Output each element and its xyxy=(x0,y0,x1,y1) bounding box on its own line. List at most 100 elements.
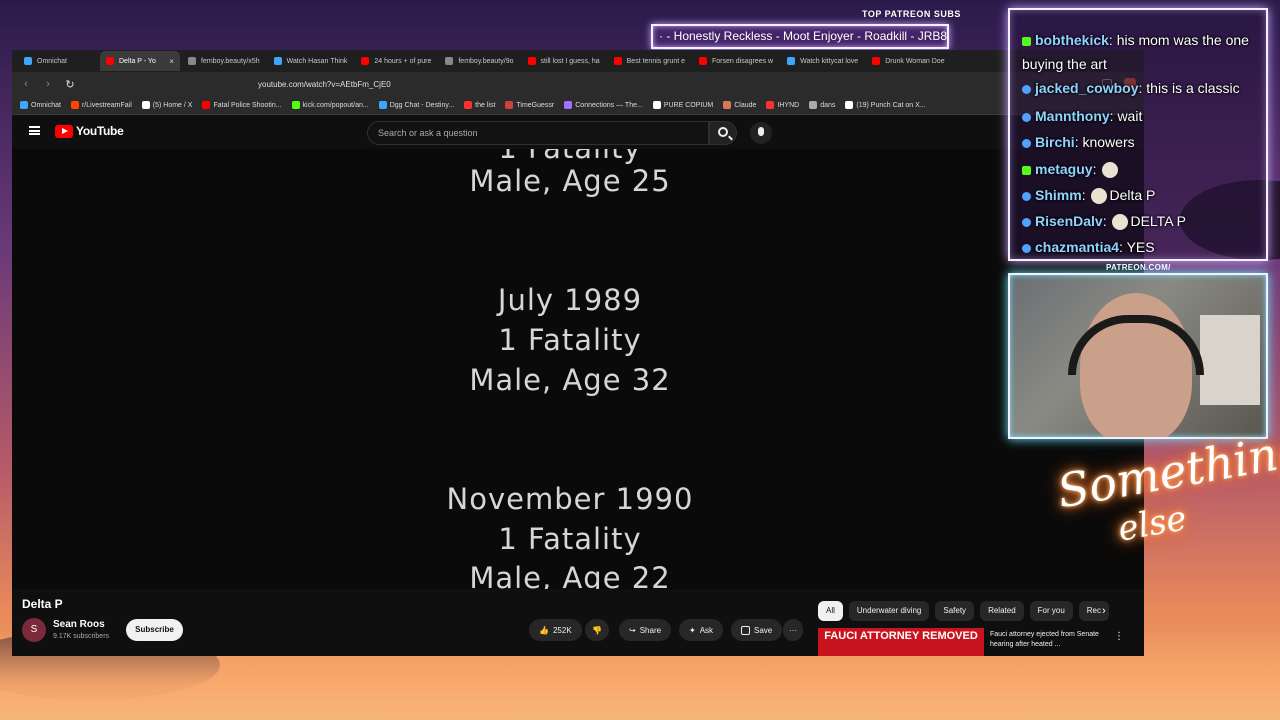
bookmark-favicon-icon xyxy=(652,101,661,109)
browser-tab[interactable]: Watch Hasan Think xyxy=(268,51,354,71)
tab-label: Best tennis grunt e xyxy=(626,57,686,65)
back-icon[interactable]: ‹ xyxy=(20,78,32,90)
kebab-menu-icon[interactable]: ⋮ xyxy=(1114,631,1124,642)
bookmark-label: (5) Home / X xyxy=(152,101,193,109)
tab-favicon-icon xyxy=(445,57,454,65)
youtube-logo[interactable]: YouTube xyxy=(55,124,124,138)
browser-tab[interactable]: Drunk Woman Doe xyxy=(866,51,950,71)
browser-tab[interactable]: Watch kittycat love xyxy=(781,51,864,71)
search-button[interactable] xyxy=(709,121,737,145)
video-caption: 1 Fatality xyxy=(498,522,642,556)
filter-chip[interactable]: Underwater diving xyxy=(848,601,930,621)
filter-chip[interactable]: All xyxy=(818,601,843,621)
chat-message: RisenDalv: DELTA P xyxy=(1022,209,1262,233)
dislike-button[interactable]: 👎 xyxy=(585,619,609,641)
bookmark-label: r/LivestreamFail xyxy=(81,101,132,109)
save-button[interactable]: Save xyxy=(731,619,783,641)
tab-label: femboy.beauty/x5h xyxy=(201,57,260,65)
chevron-right-icon[interactable]: › xyxy=(1102,605,1106,617)
kick-badge-icon xyxy=(1022,36,1031,46)
tab-favicon-icon xyxy=(273,57,282,65)
bookmark-item[interactable]: PURE COPIUM xyxy=(652,101,713,109)
bookmark-favicon-icon xyxy=(378,101,387,109)
chat-message: bobthekick: his mom was the one buying t… xyxy=(1022,32,1249,72)
share-button[interactable]: ↪ Share xyxy=(619,619,672,641)
reload-icon[interactable]: ↻ xyxy=(64,78,76,91)
browser-tab[interactable]: femboy.beauty/x5h xyxy=(182,51,266,71)
bookmark-favicon-icon xyxy=(141,101,150,109)
tab-favicon-icon xyxy=(699,57,708,65)
ask-button[interactable]: ✦ Ask xyxy=(679,619,724,641)
video-player[interactable]: 1 Fatality Male, Age 25 July 1989 1 Fata… xyxy=(12,149,1144,589)
recommended-thumbnail[interactable]: FAUCI ATTORNEY REMOVED xyxy=(818,628,984,656)
more-actions-button[interactable]: ··· xyxy=(783,619,803,641)
menu-icon[interactable] xyxy=(29,126,40,135)
bookmark-label: kick.com/popout/an... xyxy=(302,101,369,109)
bookmark-item[interactable]: Connections — The... xyxy=(564,101,643,109)
filter-chip[interactable]: Related xyxy=(980,601,1024,621)
filter-chip[interactable]: Safety xyxy=(935,601,975,621)
browser-tab[interactable]: still lost I guess, ha xyxy=(522,51,606,71)
browser-tab[interactable]: Delta P - Yo × xyxy=(100,51,180,71)
close-tab-icon[interactable]: × xyxy=(169,57,174,66)
thumbnail-text: FAUCI ATTORNEY REMOVED xyxy=(824,630,978,642)
search-input[interactable]: Search or ask a question xyxy=(367,121,709,145)
voice-search-icon[interactable] xyxy=(750,122,772,144)
bookmark-label: IHYND xyxy=(777,101,800,109)
address-bar: ‹ › ↻ youtube.com/watch?v=AEtbFm_CjE0 xyxy=(12,72,1144,96)
browser-tab[interactable]: Best tennis grunt e xyxy=(608,51,691,71)
subscribe-button[interactable]: Subscribe xyxy=(126,619,183,641)
video-title: Delta P xyxy=(22,597,63,611)
bookmark-favicon-icon xyxy=(20,101,28,109)
bookmark-item[interactable]: (19) Punch Cat on X... xyxy=(845,101,926,109)
browser-tab[interactable]: Omnichat xyxy=(18,51,98,71)
bookmark-favicon-icon xyxy=(723,101,732,109)
bookmark-favicon-icon xyxy=(766,101,775,109)
like-button[interactable]: 👍 252K xyxy=(529,619,582,641)
bookmark-label: TimeGuessr xyxy=(516,101,555,109)
background-shelf xyxy=(1200,315,1260,405)
bookmark-item[interactable]: dans xyxy=(809,101,835,109)
chat-username: Shimm xyxy=(1035,187,1082,203)
bookmark-item[interactable]: Dgg Chat - Destiny... xyxy=(378,101,454,109)
kick-badge-icon xyxy=(1022,165,1031,175)
bookmark-favicon-icon xyxy=(464,101,473,109)
bookmark-item[interactable]: r/LivestreamFail xyxy=(70,101,132,109)
bookmark-item[interactable]: the list xyxy=(464,101,495,109)
chat-text: knowers xyxy=(1082,134,1135,150)
browser-tab[interactable]: Forsen disagrees w xyxy=(693,51,779,71)
tab-favicon-icon xyxy=(872,57,881,65)
youtube-logo-text: YouTube xyxy=(76,124,124,138)
bookmark-item[interactable]: kick.com/popout/an... xyxy=(291,101,369,109)
bookmark-item[interactable]: TimeGuessr xyxy=(505,101,554,109)
bookmark-item[interactable]: (5) Home / X xyxy=(141,101,193,109)
tab-label: 24 hours + of pure xyxy=(374,57,432,65)
video-caption: Male, Age 22 xyxy=(469,561,671,589)
bookmark-favicon-icon xyxy=(202,101,211,109)
filter-chip[interactable]: For you xyxy=(1029,601,1073,621)
chat-text: DELTA P xyxy=(1130,213,1186,229)
browser-tab[interactable]: 24 hours + of pure xyxy=(355,51,437,71)
tab-favicon-icon xyxy=(527,57,536,65)
channel-name[interactable]: Sean Roos xyxy=(53,619,105,630)
bookmark-item[interactable]: Fatal Police Shootin... xyxy=(202,101,282,109)
chat-username: Mannthony xyxy=(1035,108,1110,124)
tab-label: Watch Hasan Think xyxy=(286,57,348,65)
bookmark-item[interactable]: Claude xyxy=(723,101,756,109)
video-caption: November 1990 xyxy=(446,482,694,516)
recommended-title[interactable]: Fauci attorney ejected from Senate heari… xyxy=(990,630,1102,650)
browser-tab[interactable]: femboy.beauty/9o xyxy=(439,51,519,71)
chat-username: RisenDalv xyxy=(1035,213,1103,229)
emote-icon xyxy=(1091,188,1108,205)
forward-icon[interactable]: › xyxy=(42,78,54,90)
emote-icon xyxy=(1102,162,1119,179)
bookmark-item[interactable]: Omnichat xyxy=(20,101,61,109)
chat-message: Shimm: Delta P xyxy=(1022,183,1262,207)
chat-message: Mannthony: wait xyxy=(1022,104,1262,128)
bookmark-item[interactable]: IHYND xyxy=(766,101,799,109)
channel-avatar[interactable]: S xyxy=(22,618,46,642)
subscriber-count: 9.17K subscribers xyxy=(53,633,110,640)
tab-label: Omnichat xyxy=(37,57,67,65)
youtube-play-icon xyxy=(55,124,73,138)
url-field[interactable]: youtube.com/watch?v=AEtbFm_CjE0 xyxy=(258,80,391,89)
